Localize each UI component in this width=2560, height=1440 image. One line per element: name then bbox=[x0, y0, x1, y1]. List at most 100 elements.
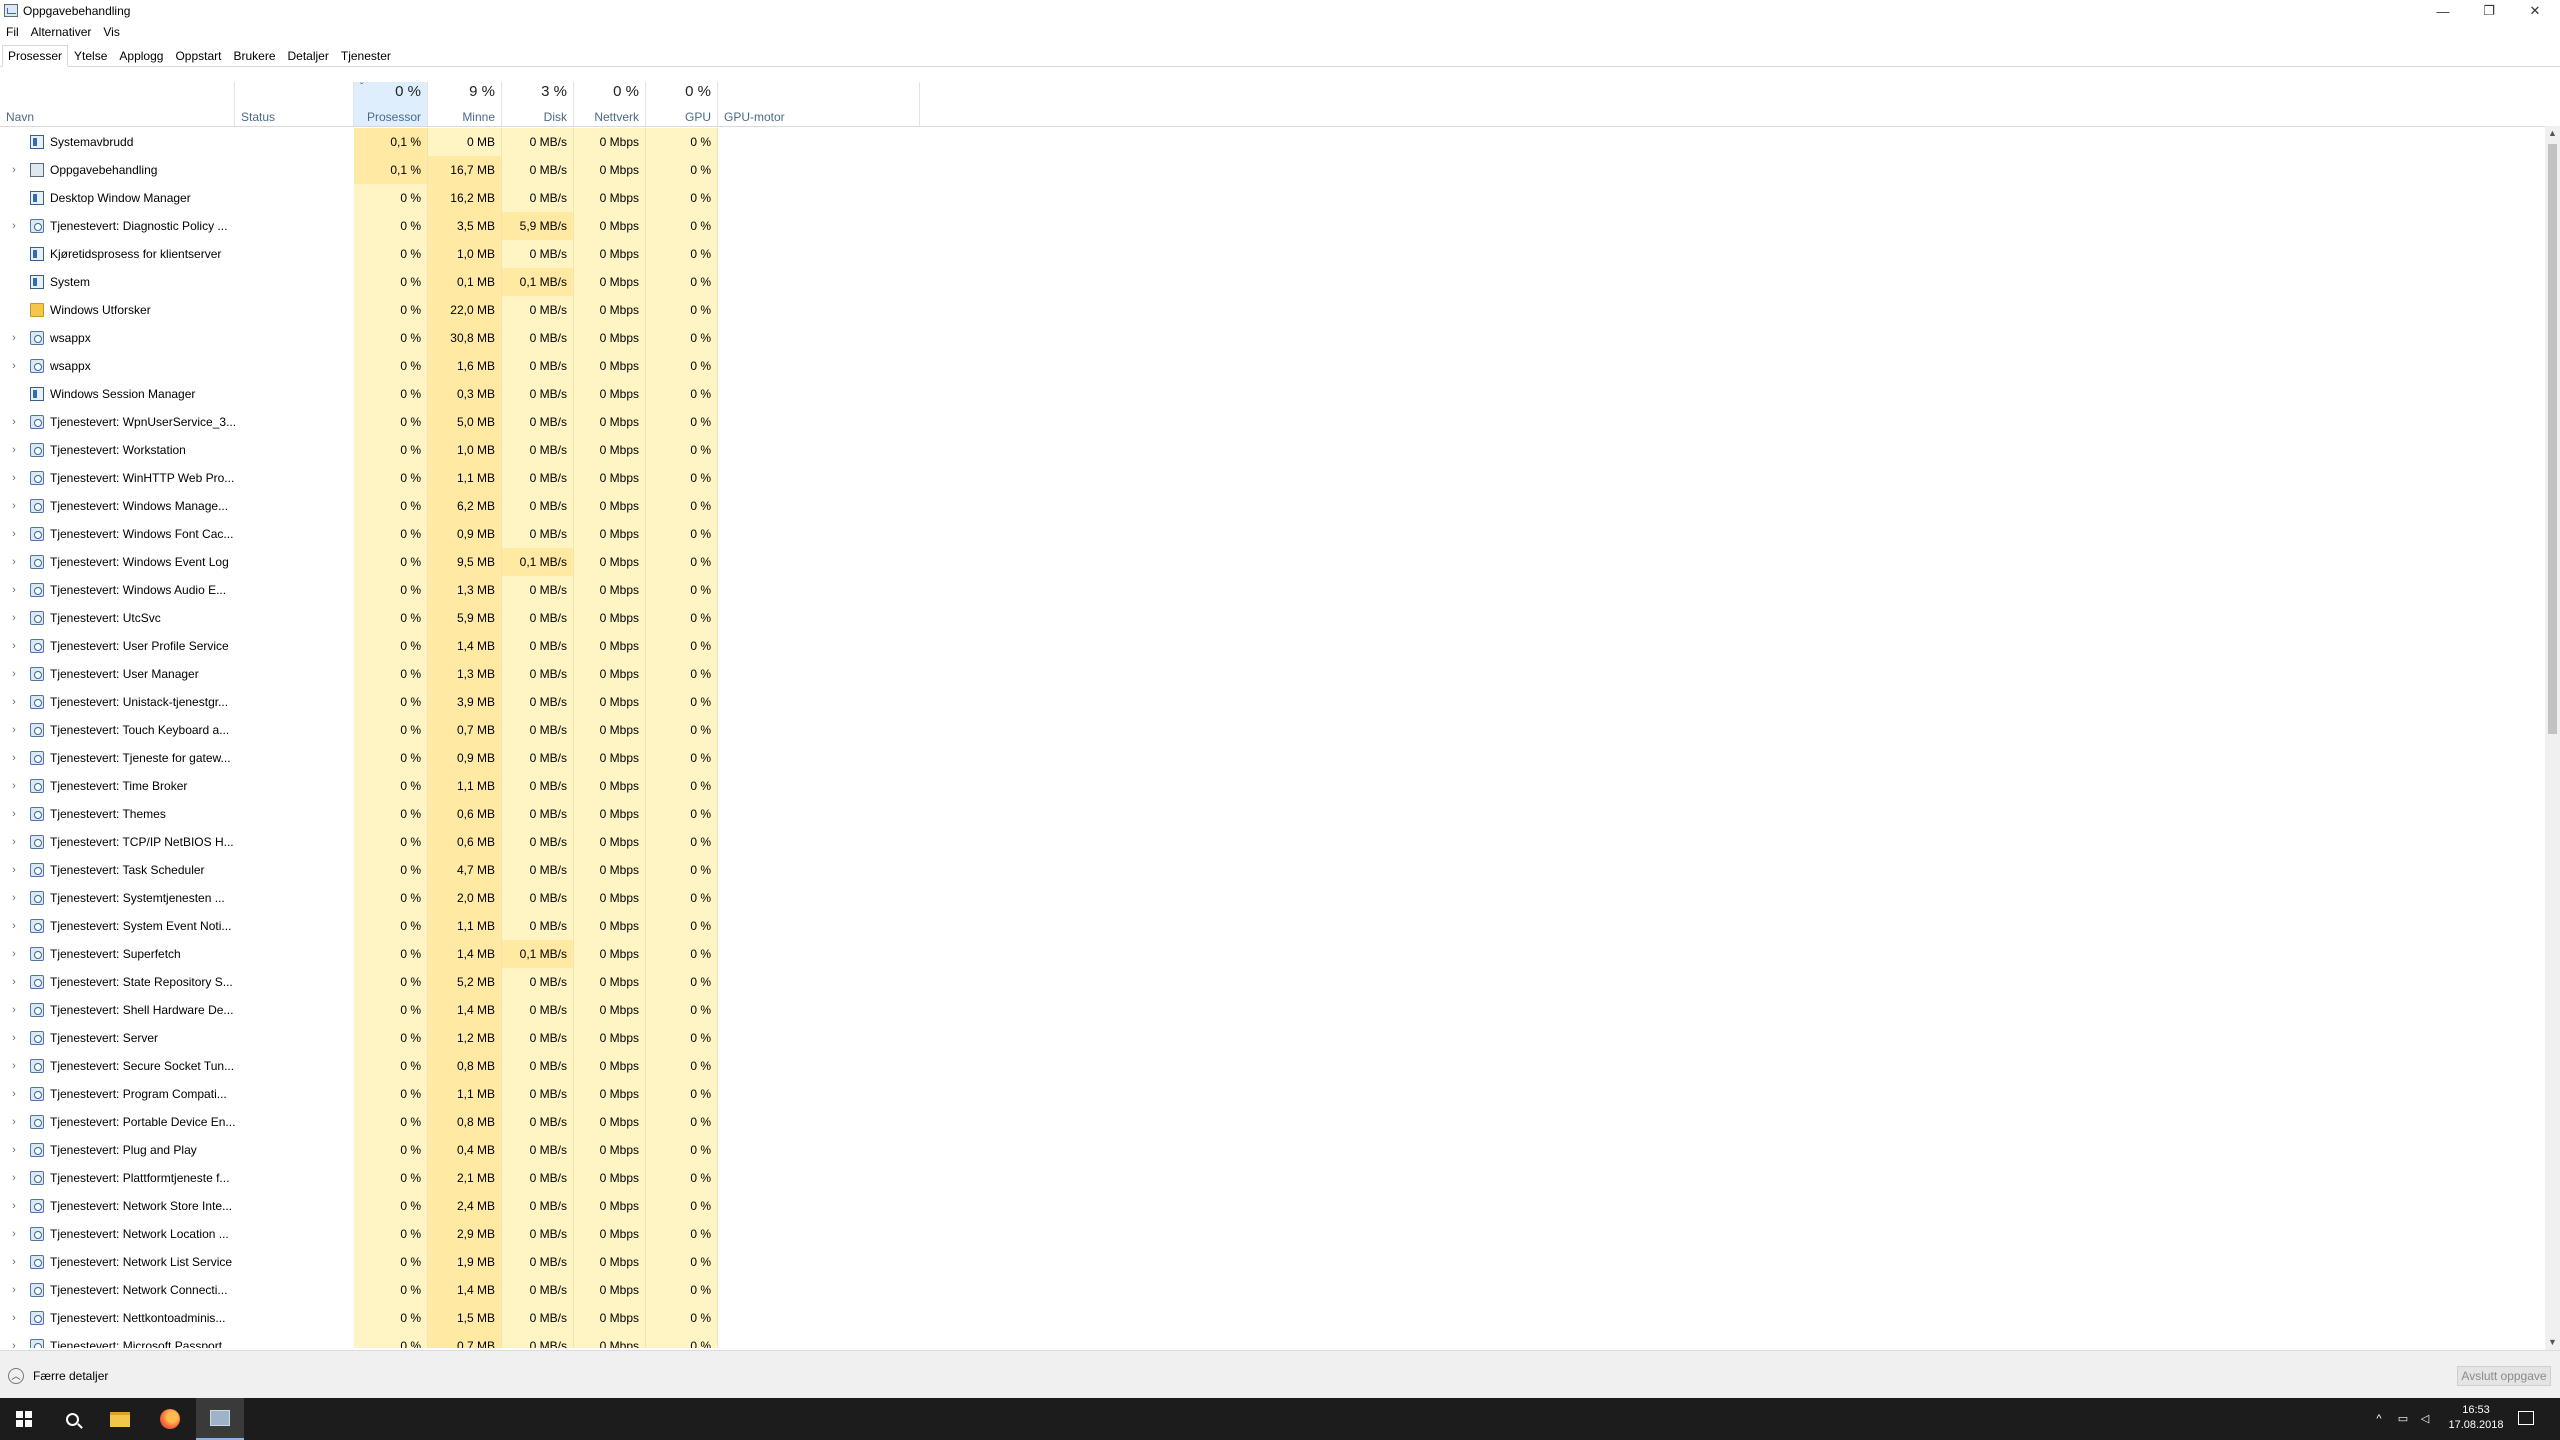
start-button[interactable] bbox=[0, 1398, 48, 1440]
tab-services[interactable]: Tjenester bbox=[335, 45, 397, 67]
expand-chevron-icon[interactable]: › bbox=[8, 408, 20, 436]
column-header-disk[interactable]: 3 % Disk bbox=[502, 82, 574, 126]
process-row[interactable]: › Tjenestevert: User Manager 0 % 1,3 MB 0 MB… bbox=[0, 660, 2545, 688]
process-row[interactable]: › Tjenestevert: State Repository S... 0 % 5… bbox=[0, 968, 2545, 996]
menu-options[interactable]: Alternativer bbox=[25, 23, 98, 41]
process-row[interactable]: Systemavbrudd 0,1 % 0 MB 0 MB/s 0 Mbps 0 % bbox=[0, 128, 2545, 156]
column-header-name[interactable]: Navn bbox=[0, 82, 235, 126]
process-row[interactable]: › Tjenestevert: Plattformtjeneste f... 0 %… bbox=[0, 1164, 2545, 1192]
expand-chevron-icon[interactable]: › bbox=[8, 828, 20, 856]
tab-performance[interactable]: Ytelse bbox=[68, 45, 113, 67]
minimize-button[interactable]: — bbox=[2420, 0, 2466, 22]
search-button[interactable] bbox=[48, 1398, 96, 1440]
tab-startup[interactable]: Oppstart bbox=[169, 45, 227, 67]
expand-chevron-icon[interactable]: › bbox=[8, 1332, 20, 1348]
clock[interactable]: 16:53 17.08.2018 bbox=[2444, 1403, 2508, 1433]
process-row[interactable]: › Tjenestevert: System Event Noti... 0 % 1,… bbox=[0, 912, 2545, 940]
process-row[interactable]: › Tjenestevert: Network Connecti... 0 % 1,4… bbox=[0, 1276, 2545, 1304]
process-row[interactable]: › Tjenestevert: Windows Manage... 0 % 6,2 M… bbox=[0, 492, 2545, 520]
file-explorer-button[interactable] bbox=[96, 1398, 144, 1440]
expand-chevron-icon[interactable]: › bbox=[8, 1024, 20, 1052]
process-row[interactable]: › Tjenestevert: Network Store Inte... 0 % 2… bbox=[0, 1192, 2545, 1220]
process-row[interactable]: › Tjenestevert: Time Broker 0 % 1,1 MB 0 MB/… bbox=[0, 772, 2545, 800]
process-row[interactable]: Kjøretidsprosess for klientserver 0 % 1,0 … bbox=[0, 240, 2545, 268]
tab-details[interactable]: Detaljer bbox=[282, 45, 335, 67]
process-row[interactable]: › Tjenestevert: Windows Audio E... 0 % 1,3 … bbox=[0, 576, 2545, 604]
menu-view[interactable]: Vis bbox=[97, 23, 125, 41]
expand-chevron-icon[interactable]: › bbox=[8, 800, 20, 828]
expand-chevron-icon[interactable]: › bbox=[8, 856, 20, 884]
scroll-up-icon[interactable]: ▲ bbox=[2545, 126, 2560, 141]
expand-chevron-icon[interactable]: › bbox=[8, 940, 20, 968]
process-row[interactable]: › Tjenestevert: Microsoft Passport... 0 % 0… bbox=[0, 1332, 2545, 1348]
expand-chevron-icon[interactable]: › bbox=[8, 1164, 20, 1192]
expand-chevron-icon[interactable]: › bbox=[8, 744, 20, 772]
expand-chevron-icon[interactable]: › bbox=[8, 1276, 20, 1304]
process-row[interactable]: › Tjenestevert: Windows Event Log 0 % 9,5 M… bbox=[0, 548, 2545, 576]
chevron-up-icon[interactable]: ︿ bbox=[8, 1368, 24, 1384]
process-row[interactable]: › Tjenestevert: WinHTTP Web Pro... 0 % 1,1 … bbox=[0, 464, 2545, 492]
process-row[interactable]: › Tjenestevert: Network List Service 0 % 1,… bbox=[0, 1248, 2545, 1276]
expand-chevron-icon[interactable]: › bbox=[8, 660, 20, 688]
process-row[interactable]: › Tjenestevert: UtcSvc 0 % 5,9 MB 0 MB/s 0 Mb… bbox=[0, 604, 2545, 632]
network-icon[interactable]: ▭ bbox=[2396, 1413, 2410, 1425]
column-header-network[interactable]: 0 % Nettverk bbox=[574, 82, 646, 126]
restore-button[interactable]: ❐ bbox=[2466, 0, 2512, 22]
column-header-gpu[interactable]: 0 % GPU bbox=[646, 82, 718, 126]
process-row[interactable]: › wsappx 0 % 1,6 MB 0 MB/s 0 Mbps 0 % bbox=[0, 352, 2545, 380]
expand-chevron-icon[interactable]: › bbox=[8, 548, 20, 576]
expand-chevron-icon[interactable]: › bbox=[8, 716, 20, 744]
process-row[interactable]: › Tjenestevert: Plug and Play 0 % 0,4 MB 0 M… bbox=[0, 1136, 2545, 1164]
fewer-details-link[interactable]: Færre detaljer bbox=[33, 1369, 108, 1383]
expand-chevron-icon[interactable]: › bbox=[8, 772, 20, 800]
process-row[interactable]: › Tjenestevert: WpnUserService_3... 0 % 5,0… bbox=[0, 408, 2545, 436]
process-row[interactable]: Windows Session Manager 0 % 0,3 MB 0 MB/s 0 … bbox=[0, 380, 2545, 408]
column-header-gpu-engine[interactable]: GPU-motor bbox=[718, 82, 920, 126]
process-row[interactable]: › Tjenestevert: Tjeneste for gatew... 0 % 0… bbox=[0, 744, 2545, 772]
expand-chevron-icon[interactable]: › bbox=[8, 492, 20, 520]
expand-chevron-icon[interactable]: › bbox=[8, 1248, 20, 1276]
expand-chevron-icon[interactable]: › bbox=[8, 1108, 20, 1136]
process-row[interactable]: › Tjenestevert: Themes 0 % 0,6 MB 0 MB/s 0 Mb… bbox=[0, 800, 2545, 828]
process-row[interactable]: › Tjenestevert: Portable Device En... 0 % 0… bbox=[0, 1108, 2545, 1136]
tab-app-history[interactable]: Applogg bbox=[113, 45, 169, 67]
scroll-thumb[interactable] bbox=[2548, 144, 2557, 734]
vertical-scrollbar[interactable]: ▲ ▼ bbox=[2545, 126, 2560, 1350]
expand-chevron-icon[interactable]: › bbox=[8, 212, 20, 240]
volume-icon[interactable]: ◁ bbox=[2418, 1413, 2432, 1425]
expand-chevron-icon[interactable]: › bbox=[8, 912, 20, 940]
process-row[interactable]: › Tjenestevert: Systemtjenesten ... 0 % 2,0… bbox=[0, 884, 2545, 912]
close-button[interactable]: ✕ bbox=[2512, 0, 2558, 22]
firefox-button[interactable] bbox=[146, 1398, 194, 1440]
process-row[interactable]: › Tjenestevert: TCP/IP NetBIOS H... 0 % 0,6… bbox=[0, 828, 2545, 856]
expand-chevron-icon[interactable]: › bbox=[8, 1192, 20, 1220]
process-row[interactable]: › Tjenestevert: Secure Socket Tun... 0 % 0,… bbox=[0, 1052, 2545, 1080]
process-row[interactable]: › Tjenestevert: Diagnostic Policy ... 0 % 3… bbox=[0, 212, 2545, 240]
process-row[interactable]: › Tjenestevert: Workstation 0 % 1,0 MB 0 MB/… bbox=[0, 436, 2545, 464]
expand-chevron-icon[interactable]: › bbox=[8, 996, 20, 1024]
process-row[interactable]: › Tjenestevert: Touch Keyboard a... 0 % 0,7… bbox=[0, 716, 2545, 744]
chevron-up-icon[interactable]: ^ bbox=[2372, 1413, 2386, 1425]
expand-chevron-icon[interactable]: › bbox=[8, 352, 20, 380]
process-row[interactable]: › Tjenestevert: Windows Font Cac... 0 % 0,9… bbox=[0, 520, 2545, 548]
expand-chevron-icon[interactable]: › bbox=[8, 1052, 20, 1080]
process-row[interactable]: Windows Utforsker 0 % 22,0 MB 0 MB/s 0 Mbps 0… bbox=[0, 296, 2545, 324]
expand-chevron-icon[interactable]: › bbox=[8, 968, 20, 996]
expand-chevron-icon[interactable]: › bbox=[8, 1220, 20, 1248]
expand-chevron-icon[interactable]: › bbox=[8, 156, 20, 184]
expand-chevron-icon[interactable]: › bbox=[8, 604, 20, 632]
end-task-button[interactable]: Avslutt oppgave bbox=[2457, 1366, 2551, 1386]
process-row[interactable]: › Tjenestevert: Unistack-tjenestgr... 0 % 3… bbox=[0, 688, 2545, 716]
column-header-status[interactable]: Status bbox=[235, 82, 354, 126]
expand-chevron-icon[interactable]: › bbox=[8, 1080, 20, 1108]
notification-icon[interactable] bbox=[2518, 1411, 2534, 1425]
process-row[interactable]: › Tjenestevert: Nettkontoadminis... 0 % 1,5… bbox=[0, 1304, 2545, 1332]
process-row[interactable]: › wsappx 0 % 30,8 MB 0 MB/s 0 Mbps 0 % bbox=[0, 324, 2545, 352]
expand-chevron-icon[interactable]: › bbox=[8, 436, 20, 464]
expand-chevron-icon[interactable]: › bbox=[8, 1304, 20, 1332]
column-header-cpu[interactable]: ˇ 0 % Prosessor bbox=[354, 82, 428, 126]
process-row[interactable]: Desktop Window Manager 0 % 16,2 MB 0 MB/s 0 … bbox=[0, 184, 2545, 212]
process-row[interactable]: › Tjenestevert: Shell Hardware De... 0 % 1,… bbox=[0, 996, 2545, 1024]
process-row[interactable]: › Tjenestevert: Server 0 % 1,2 MB 0 MB/s 0 Mb… bbox=[0, 1024, 2545, 1052]
task-manager-taskbar-button[interactable] bbox=[196, 1398, 244, 1440]
